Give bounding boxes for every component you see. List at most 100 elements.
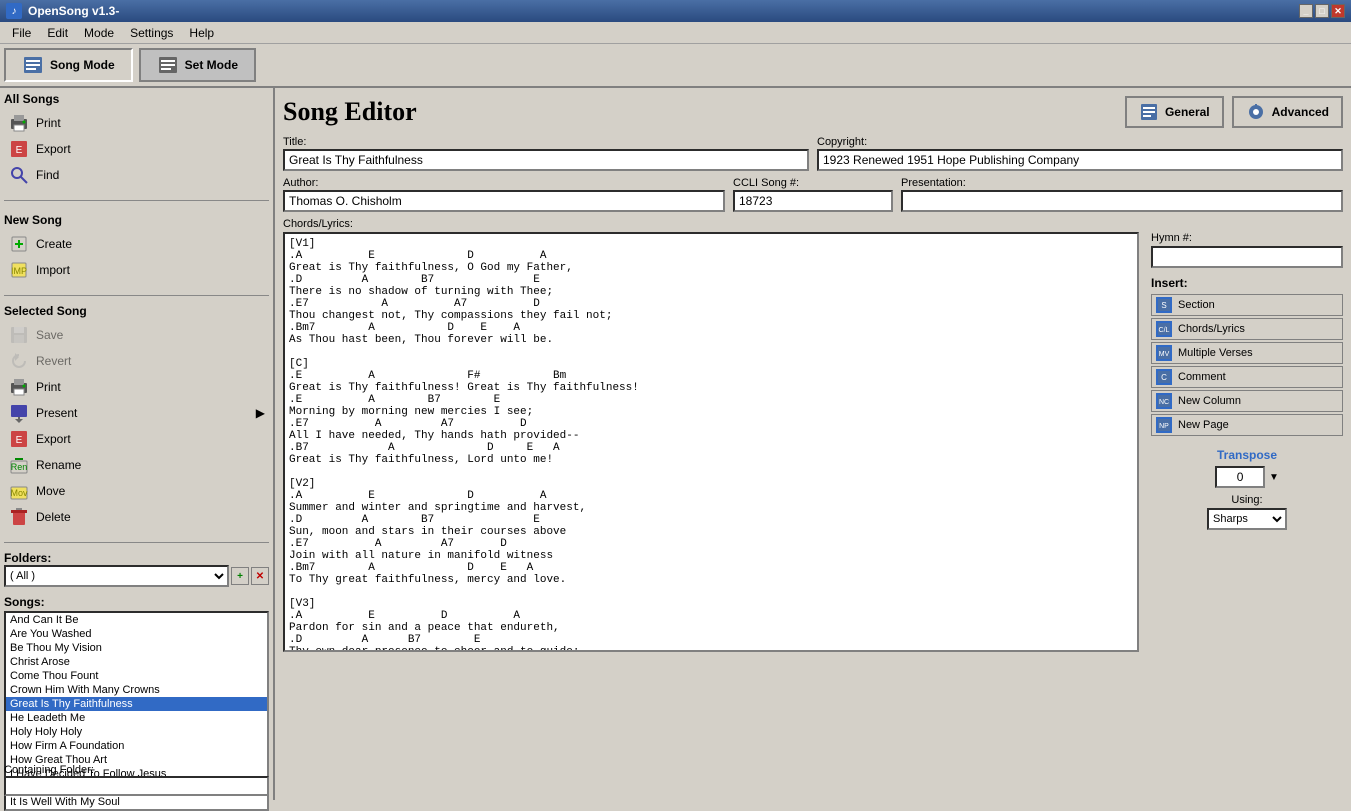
copyright-input[interactable]: [817, 149, 1343, 171]
titlebar-left: ♪ OpenSong v1.3-: [6, 3, 119, 19]
song-item[interactable]: Great Is Thy Faithfulness: [6, 697, 267, 711]
transpose-input[interactable]: [1215, 466, 1265, 488]
present-button[interactable]: Present ▶: [4, 400, 269, 426]
editor-header: Song Editor General Advanced: [283, 96, 1343, 128]
menu-settings[interactable]: Settings: [122, 24, 181, 42]
insert-new-page-label: New Page: [1178, 419, 1229, 431]
title-input[interactable]: [283, 149, 809, 171]
maximize-button[interactable]: □: [1315, 4, 1329, 18]
advanced-label: Advanced: [1272, 105, 1329, 119]
lyrics-wrapper: [283, 232, 1139, 655]
rename-label: Rename: [36, 458, 81, 472]
remove-folder-button[interactable]: ✕: [251, 567, 269, 585]
all-songs-section: All Songs Print E Export Find: [4, 92, 269, 188]
import-button[interactable]: IMP Import: [4, 257, 269, 283]
insert-new-page-button[interactable]: NP New Page: [1151, 414, 1343, 436]
minimize-button[interactable]: _: [1299, 4, 1313, 18]
copyright-group: Copyright:: [817, 136, 1343, 171]
delete-label: Delete: [36, 510, 71, 524]
insert-multiple-icon: MV: [1156, 345, 1172, 361]
menu-mode[interactable]: Mode: [76, 24, 122, 42]
svg-text:NC: NC: [1159, 399, 1169, 406]
close-button[interactable]: ✕: [1331, 4, 1345, 18]
insert-comment-icon: C: [1156, 369, 1172, 385]
save-button[interactable]: Save: [4, 322, 269, 348]
song-item[interactable]: Be Thou My Vision: [6, 641, 267, 655]
menu-edit[interactable]: Edit: [39, 24, 76, 42]
song-item[interactable]: How Firm A Foundation: [6, 739, 267, 753]
song-item[interactable]: It Is Well With My Soul: [6, 795, 267, 809]
svg-text:E: E: [16, 435, 23, 446]
rename-button[interactable]: Ren Rename: [4, 452, 269, 478]
present-arrow: ▶: [256, 406, 265, 420]
mode-bar: Song Mode Set Mode: [0, 44, 1351, 88]
general-button[interactable]: General: [1125, 96, 1224, 128]
create-button[interactable]: Create: [4, 231, 269, 257]
all-songs-print-label: Print: [36, 116, 61, 130]
editor-body: Hymn #: Insert: S Section C/L: [283, 232, 1343, 655]
lyrics-textarea[interactable]: [283, 232, 1139, 652]
find-button[interactable]: Find: [4, 162, 269, 188]
delete-button[interactable]: Delete: [4, 504, 269, 530]
songs-section: Songs: And Can It BeAre You WashedBe Tho…: [4, 595, 269, 752]
title-group: Title:: [283, 136, 809, 171]
song-mode-button[interactable]: Song Mode: [4, 48, 133, 82]
presentation-input[interactable]: [901, 190, 1343, 212]
selected-export-label: Export: [36, 432, 71, 446]
containing-folder-input[interactable]: [4, 776, 269, 796]
advanced-button[interactable]: Advanced: [1232, 96, 1343, 128]
menu-file[interactable]: File: [4, 24, 39, 42]
new-song-label: New Song: [4, 213, 269, 227]
find-icon: [8, 164, 30, 186]
svg-text:NP: NP: [1159, 423, 1169, 430]
folder-select[interactable]: ( All ): [4, 565, 229, 587]
insert-new-page-icon: NP: [1156, 417, 1172, 433]
song-item[interactable]: Crown Him With Many Crowns: [6, 683, 267, 697]
right-sidebar: Hymn #: Insert: S Section C/L: [1143, 232, 1343, 655]
song-item[interactable]: Holy Holy Holy: [6, 725, 267, 739]
menu-help[interactable]: Help: [181, 24, 222, 42]
hymn-input[interactable]: [1151, 246, 1343, 268]
author-input[interactable]: [283, 190, 725, 212]
all-songs-label: All Songs: [4, 92, 269, 106]
author-label: Author:: [283, 177, 725, 189]
svg-text:C/L: C/L: [1159, 327, 1170, 334]
selected-export-button[interactable]: E Export: [4, 426, 269, 452]
insert-chords-button[interactable]: C/L Chords/Lyrics: [1151, 318, 1343, 340]
editor-title: Song Editor: [283, 97, 417, 127]
all-songs-print-button[interactable]: Print: [4, 110, 269, 136]
transpose-row: ▼: [1151, 466, 1343, 488]
author-row: Author: CCLI Song #: Presentation:: [283, 177, 1343, 212]
song-item[interactable]: And Can It Be: [6, 613, 267, 627]
using-label: Using:: [1151, 494, 1343, 506]
song-item[interactable]: Are You Washed: [6, 627, 267, 641]
insert-comment-button[interactable]: C Comment: [1151, 366, 1343, 388]
insert-section-button[interactable]: S Section: [1151, 294, 1343, 316]
chords-lyrics-label: Chords/Lyrics:: [283, 218, 1343, 230]
titlebar-controls[interactable]: _ □ ✕: [1299, 4, 1345, 18]
selected-print-label: Print: [36, 380, 61, 394]
divider3: [4, 542, 269, 543]
song-item[interactable]: Come Thou Fount: [6, 669, 267, 683]
song-item[interactable]: Christ Arose: [6, 655, 267, 669]
song-mode-label: Song Mode: [50, 58, 115, 72]
song-item[interactable]: He Leadeth Me: [6, 711, 267, 725]
general-label: General: [1165, 105, 1210, 119]
selected-print-button[interactable]: Print: [4, 374, 269, 400]
revert-button[interactable]: Revert: [4, 348, 269, 374]
using-select[interactable]: Sharps Flats: [1207, 508, 1287, 530]
insert-new-column-label: New Column: [1178, 395, 1241, 407]
move-button[interactable]: Mov Move: [4, 478, 269, 504]
svg-text:E: E: [16, 145, 23, 156]
insert-new-column-button[interactable]: NC New Column: [1151, 390, 1343, 412]
transpose-dropdown-icon: ▼: [1269, 472, 1279, 483]
app-title: OpenSong v1.3-: [28, 4, 119, 18]
rename-icon: Ren: [8, 454, 30, 476]
ccli-input[interactable]: [733, 190, 893, 212]
set-mode-button[interactable]: Set Mode: [139, 48, 256, 82]
all-songs-export-button[interactable]: E Export: [4, 136, 269, 162]
content-area: Song Editor General Advanced Title: Copy…: [275, 88, 1351, 800]
containing-folder-label: Containing Folder:: [4, 764, 269, 776]
add-folder-button[interactable]: +: [231, 567, 249, 585]
insert-multiple-button[interactable]: MV Multiple Verses: [1151, 342, 1343, 364]
